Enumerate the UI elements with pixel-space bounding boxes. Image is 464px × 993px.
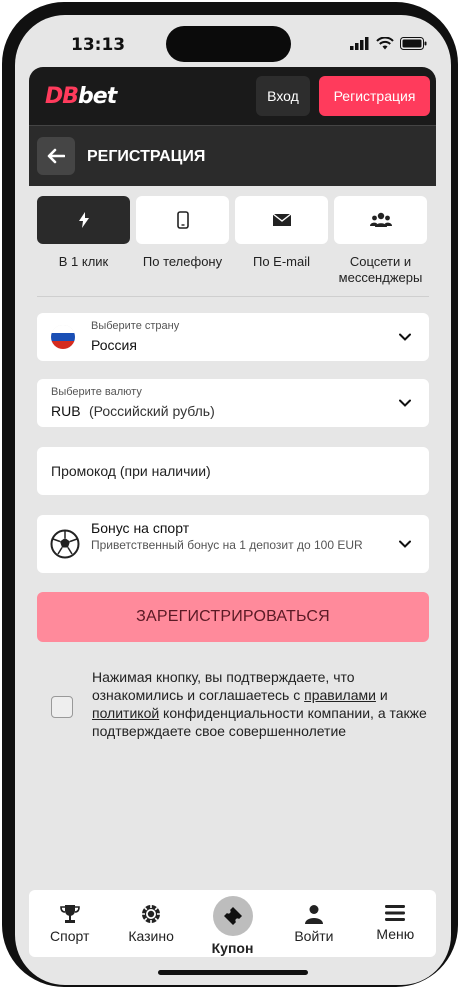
currency-select[interactable]: Выберите валюту RUB (Российский рубль) xyxy=(37,379,429,427)
app-container: DBbet Вход Регистрация РЕГИСТРАЦИЯ xyxy=(29,67,436,186)
registration-tabs: В 1 клик По телефону По E-mail Соцсети и… xyxy=(37,196,429,286)
chevron-down-icon xyxy=(399,399,411,407)
tab-social-label: Соцсети и мессенджеры xyxy=(338,254,423,285)
nav-casino-label: Казино xyxy=(128,928,174,944)
policy-link[interactable]: политикой xyxy=(92,705,159,721)
home-indicator[interactable] xyxy=(158,970,308,975)
currency-label: Выберите валюту xyxy=(51,386,142,398)
nav-sport[interactable]: Спорт xyxy=(29,890,110,957)
tab-one-click[interactable]: В 1 клик xyxy=(37,196,130,286)
trophy-icon xyxy=(59,905,80,923)
register-button[interactable]: Регистрация xyxy=(319,76,430,116)
page-title: РЕГИСТРАЦИЯ xyxy=(87,148,206,165)
dynamic-island xyxy=(166,26,291,62)
screen: 13:13 DBbet Вход Регистрация РЕГИСТРАЦИЯ… xyxy=(15,15,451,985)
bonus-title: Бонус на спорт xyxy=(91,520,190,536)
menu-icon xyxy=(385,905,406,921)
battery-icon xyxy=(400,37,427,50)
agreement-checkbox[interactable] xyxy=(51,696,73,718)
status-icons xyxy=(350,37,427,50)
registration-form: В 1 клик По телефону По E-mail Соцсети и… xyxy=(37,196,429,748)
bonus-description: Приветственный бонус на 1 депозит до 100… xyxy=(91,538,363,552)
agreement-text: Нажимая кнопку, вы подтверждаете, что оз… xyxy=(92,668,427,740)
logo-suffix: bet xyxy=(78,84,117,109)
nav-login-label: Войти xyxy=(294,928,334,944)
submit-register-button[interactable]: ЗАРЕГИСТРИРОВАТЬСЯ xyxy=(37,592,429,642)
currency-code: RUB xyxy=(51,403,81,419)
chevron-down-icon xyxy=(399,540,411,548)
chevron-down-icon xyxy=(399,333,411,341)
chip-icon xyxy=(142,905,161,923)
user-icon xyxy=(304,905,323,924)
nav-menu-label: Меню xyxy=(376,926,415,942)
arrow-left-icon xyxy=(47,148,65,164)
phone-frame: 13:13 DBbet Вход Регистрация РЕГИСТРАЦИЯ… xyxy=(0,0,464,993)
tab-phone-box[interactable] xyxy=(136,196,229,244)
lightning-icon xyxy=(78,212,89,228)
tab-email-label: По E-mail xyxy=(252,254,311,269)
tab-one-click-label: В 1 клик xyxy=(58,254,109,269)
logo-prefix: DB xyxy=(45,84,79,109)
tab-social[interactable]: Соцсети и мессенджеры xyxy=(334,196,427,286)
phone-icon xyxy=(176,211,189,229)
coupon-circle[interactable] xyxy=(212,896,253,936)
back-button[interactable] xyxy=(37,137,75,175)
nav-menu[interactable]: Меню xyxy=(355,890,436,957)
country-label: Выберите страну xyxy=(91,320,180,332)
nav-login[interactable]: Войти xyxy=(273,890,354,957)
envelope-icon xyxy=(272,213,291,226)
currency-name: (Российский рубль) xyxy=(89,403,215,419)
rules-link[interactable]: правилами xyxy=(304,687,376,703)
nav-casino[interactable]: Казино xyxy=(110,890,191,957)
tab-phone[interactable]: По телефону xyxy=(136,196,229,286)
top-bar: DBbet Вход Регистрация xyxy=(29,67,436,125)
nav-sport-label: Спорт xyxy=(50,928,90,944)
tab-phone-label: По телефону xyxy=(142,254,223,269)
login-button[interactable]: Вход xyxy=(256,76,310,116)
country-select[interactable]: Выберите страну Россия xyxy=(37,313,429,361)
country-value: Россия xyxy=(91,337,137,353)
bottom-nav: Спорт Казино Купон Войти Меню xyxy=(29,890,436,957)
tab-social-box[interactable] xyxy=(334,196,427,244)
signal-icon xyxy=(350,37,369,50)
divider xyxy=(37,296,429,297)
agreement-part2: и xyxy=(375,687,388,703)
ticket-icon xyxy=(223,907,242,925)
status-time: 13:13 xyxy=(71,35,126,55)
promo-code-input[interactable]: Промокод (при наличии) xyxy=(37,447,429,495)
tab-email[interactable]: По E-mail xyxy=(235,196,328,286)
users-icon xyxy=(369,212,392,227)
bonus-select[interactable]: Бонус на спорт Приветственный бонус на 1… xyxy=(37,515,429,573)
nav-coupon-label: Купон xyxy=(211,940,254,956)
page-header: РЕГИСТРАЦИЯ xyxy=(29,125,436,186)
status-bar: 13:13 xyxy=(15,15,451,71)
tab-one-click-box[interactable] xyxy=(37,196,130,244)
promo-placeholder: Промокод (при наличии) xyxy=(51,463,211,479)
tab-email-box[interactable] xyxy=(235,196,328,244)
nav-coupon[interactable]: Купон xyxy=(192,890,273,957)
russia-flag-icon xyxy=(51,325,75,349)
device-bezel: 13:13 DBbet Вход Регистрация РЕГИСТРАЦИЯ… xyxy=(2,2,458,987)
agreement-block: Нажимая кнопку, вы подтверждаете, что оз… xyxy=(37,668,429,748)
soccer-ball-icon xyxy=(50,529,80,559)
wifi-icon xyxy=(376,37,394,50)
dbbet-logo[interactable]: DBbet xyxy=(45,84,117,109)
